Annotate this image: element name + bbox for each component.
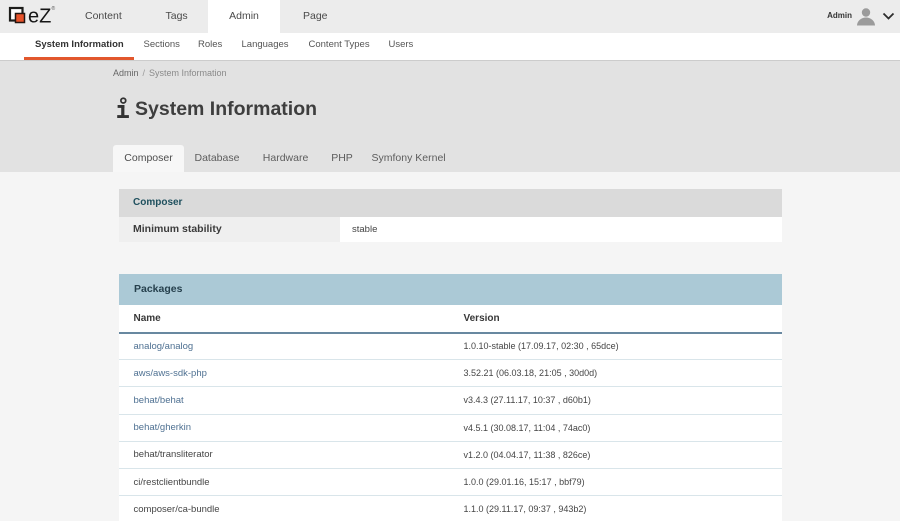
svg-text:eZ: eZ (28, 6, 51, 28)
svg-text:®: ® (52, 5, 56, 12)
